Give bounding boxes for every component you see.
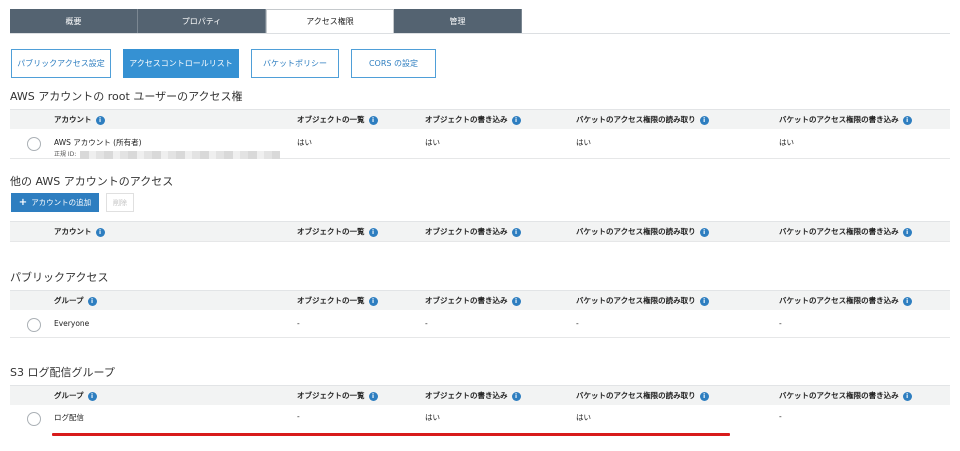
cell-list: はい — [297, 138, 312, 147]
row-radio[interactable] — [27, 137, 41, 151]
s3log-table-header: グループ i オブジェクトの一覧 i オブジェクトの書き込み i バケットのアクセス権… — [10, 385, 950, 405]
col-write-acl: バケットのアクセス権限の書き込み i — [779, 291, 912, 310]
cell-write-acl: - — [779, 319, 782, 328]
col-list-objects: オブジェクトの一覧 i — [297, 222, 378, 241]
tab-permissions[interactable]: アクセス権限 — [266, 9, 394, 33]
info-icon[interactable]: i — [699, 115, 709, 125]
other-accounts-title: 他の AWS アカウントのアクセス — [10, 175, 174, 188]
info-icon[interactable]: i — [95, 227, 105, 237]
table-row: AWS アカウント (所有者) 正規 ID: はい はい はい はい — [10, 129, 950, 159]
cell-write: - — [425, 319, 428, 328]
masked-id — [80, 150, 281, 159]
subtab-cors[interactable]: CORS の設定 — [351, 49, 436, 78]
info-icon[interactable]: i — [511, 391, 521, 401]
table-row: Everyone - - - - — [10, 310, 950, 338]
info-icon[interactable]: i — [87, 391, 97, 401]
col-write-acl: バケットのアクセス権限の書き込み i — [779, 222, 912, 241]
plus-icon: + — [18, 197, 28, 208]
group-name: Everyone — [54, 319, 90, 328]
subtab-block-public-access[interactable]: パブリックアクセス設定 — [11, 49, 111, 78]
s3-log-title: S3 ログ配信グループ — [10, 366, 115, 379]
info-icon[interactable]: i — [699, 391, 709, 401]
public-table-header: グループ i オブジェクトの一覧 i オブジェクトの書き込み i バケットのアクセス権… — [10, 290, 950, 310]
group-name: ログ配信 — [54, 413, 84, 422]
col-write-objects: オブジェクトの書き込み i — [425, 110, 521, 129]
account-name: AWS アカウント (所有者) — [54, 138, 142, 147]
root-table-header: アカウント i オブジェクトの一覧 i オブジェクトの書き込み i バケットのアクセス… — [10, 109, 950, 129]
delete-button[interactable]: 削除 — [106, 193, 134, 212]
row-radio[interactable] — [27, 318, 41, 332]
info-icon[interactable]: i — [511, 296, 521, 306]
col-read-acl: バケットのアクセス権限の読み取り i — [576, 386, 709, 405]
info-icon[interactable]: i — [95, 115, 105, 125]
subtab-bucket-policy[interactable]: バケットポリシー — [251, 49, 339, 78]
tab-divider — [10, 33, 950, 34]
col-write-objects: オブジェクトの書き込み i — [425, 222, 521, 241]
col-write-objects: オブジェクトの書き込み i — [425, 386, 521, 405]
cell-read-acl: はい — [576, 413, 591, 422]
col-write-objects: オブジェクトの書き込み i — [425, 291, 521, 310]
tab-properties[interactable]: プロパティ — [138, 9, 266, 33]
col-group: グループ i — [54, 386, 97, 405]
info-icon[interactable]: i — [902, 227, 912, 237]
info-icon[interactable]: i — [511, 227, 521, 237]
main-tabs: 概要 プロパティ アクセス権限 管理 — [10, 9, 522, 33]
info-icon[interactable]: i — [368, 115, 378, 125]
col-write-acl: バケットのアクセス権限の書き込み i — [779, 386, 912, 405]
cell-list: - — [297, 319, 300, 328]
canonical-id: 正規 ID: — [54, 149, 281, 159]
col-account: アカウント i — [54, 110, 105, 129]
tab-overview[interactable]: 概要 — [10, 9, 138, 33]
row-radio[interactable] — [27, 412, 41, 426]
info-icon[interactable]: i — [368, 391, 378, 401]
cell-read-acl: はい — [576, 138, 591, 147]
info-icon[interactable]: i — [902, 115, 912, 125]
info-icon[interactable]: i — [699, 296, 709, 306]
public-access-title: パブリックアクセス — [10, 271, 109, 284]
col-write-acl: バケットのアクセス権限の書き込み i — [779, 110, 912, 129]
info-icon[interactable]: i — [368, 296, 378, 306]
add-account-button[interactable]: + アカウントの追加 — [11, 193, 99, 212]
info-icon[interactable]: i — [87, 296, 97, 306]
subtab-acl[interactable]: アクセスコントロールリスト — [123, 49, 239, 78]
empty-table-divider — [10, 241, 950, 242]
col-read-acl: バケットのアクセス権限の読み取り i — [576, 222, 709, 241]
info-icon[interactable]: i — [368, 227, 378, 237]
cell-write: はい — [425, 138, 440, 147]
info-icon[interactable]: i — [699, 227, 709, 237]
cell-write: はい — [425, 413, 440, 422]
col-account: アカウント i — [54, 222, 105, 241]
cell-list: - — [297, 412, 300, 421]
col-read-acl: バケットのアクセス権限の読み取り i — [576, 110, 709, 129]
root-section-title: AWS アカウントの root ユーザーのアクセス権 — [10, 90, 243, 103]
info-icon[interactable]: i — [902, 391, 912, 401]
other-table-header: アカウント i オブジェクトの一覧 i オブジェクトの書き込み i バケットのアクセス… — [10, 221, 950, 241]
tab-management[interactable]: 管理 — [394, 9, 522, 33]
cell-write-acl: - — [779, 412, 782, 421]
info-icon[interactable]: i — [511, 115, 521, 125]
cell-write-acl: はい — [779, 138, 794, 147]
info-icon[interactable]: i — [902, 296, 912, 306]
col-group: グループ i — [54, 291, 97, 310]
table-row: ログ配信 - はい はい - — [10, 405, 950, 431]
col-list-objects: オブジェクトの一覧 i — [297, 110, 378, 129]
permission-subtabs: パブリックアクセス設定 アクセスコントロールリスト バケットポリシー CORS … — [11, 49, 436, 78]
highlight-underline — [52, 433, 730, 436]
col-list-objects: オブジェクトの一覧 i — [297, 291, 378, 310]
cell-read-acl: - — [576, 319, 579, 328]
col-list-objects: オブジェクトの一覧 i — [297, 386, 378, 405]
col-read-acl: バケットのアクセス権限の読み取り i — [576, 291, 709, 310]
